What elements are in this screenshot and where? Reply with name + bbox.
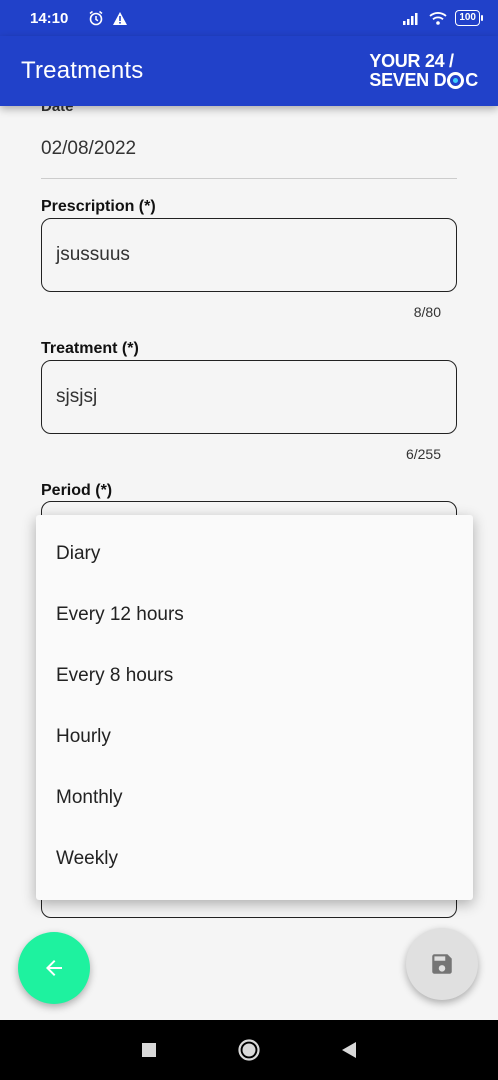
triangle-icon[interactable] [341, 1041, 357, 1059]
dropdown-option-every-8-hours[interactable]: Every 8 hours [36, 645, 473, 706]
period-dropdown-menu: Diary Every 12 hours Every 8 hours Hourl… [36, 515, 473, 900]
brand-logo: YOUR 24 / SEVEN D C [369, 52, 478, 90]
prescription-input[interactable]: jsussuus [41, 218, 457, 292]
period-label: Period (*) [41, 482, 113, 499]
save-button[interactable] [406, 928, 478, 1000]
warning-icon [113, 11, 128, 25]
status-bar: 14:10 100 [0, 0, 498, 36]
status-time: 14:10 [30, 9, 69, 27]
dropdown-option-diary[interactable]: Diary [36, 523, 473, 584]
date-divider [41, 178, 457, 179]
signal-icon [403, 13, 418, 25]
dropdown-option-every-12-hours[interactable]: Every 12 hours [36, 584, 473, 645]
circle-icon[interactable] [237, 1038, 261, 1062]
square-icon[interactable] [141, 1042, 157, 1058]
treatment-input[interactable]: sjsjsj [41, 360, 457, 434]
back-button[interactable] [18, 932, 90, 1004]
system-nav-bar [0, 1020, 498, 1080]
prescription-value: jsussuus [56, 244, 130, 265]
prescription-label: Prescription (*) [41, 198, 156, 215]
alarm-icon [89, 10, 103, 26]
dropdown-option-monthly[interactable]: Monthly [36, 767, 473, 828]
logo-line2-a: SEVEN D [369, 70, 447, 90]
date-field[interactable]: 02/08/2022 [41, 138, 136, 160]
wifi-icon [429, 12, 447, 25]
prescription-counter: 8/80 [413, 304, 441, 320]
logo-line1: YOUR 24 / [369, 51, 454, 71]
treatment-label: Treatment (*) [41, 340, 139, 357]
logo-o-icon [447, 72, 465, 89]
logo-line2-b: C [465, 70, 478, 90]
date-label: Date [41, 106, 74, 115]
arrow-left-icon [46, 960, 62, 976]
treatment-counter: 6/255 [405, 446, 441, 462]
dropdown-option-weekly[interactable]: Weekly [36, 828, 473, 889]
page-title: Treatments [21, 57, 144, 84]
dropdown-option-hourly[interactable]: Hourly [36, 706, 473, 767]
save-icon [432, 954, 452, 974]
battery-indicator: 100 [455, 10, 483, 26]
app-bar: Treatments YOUR 24 / SEVEN D C [0, 36, 498, 106]
treatment-value: sjsjsj [56, 386, 98, 407]
